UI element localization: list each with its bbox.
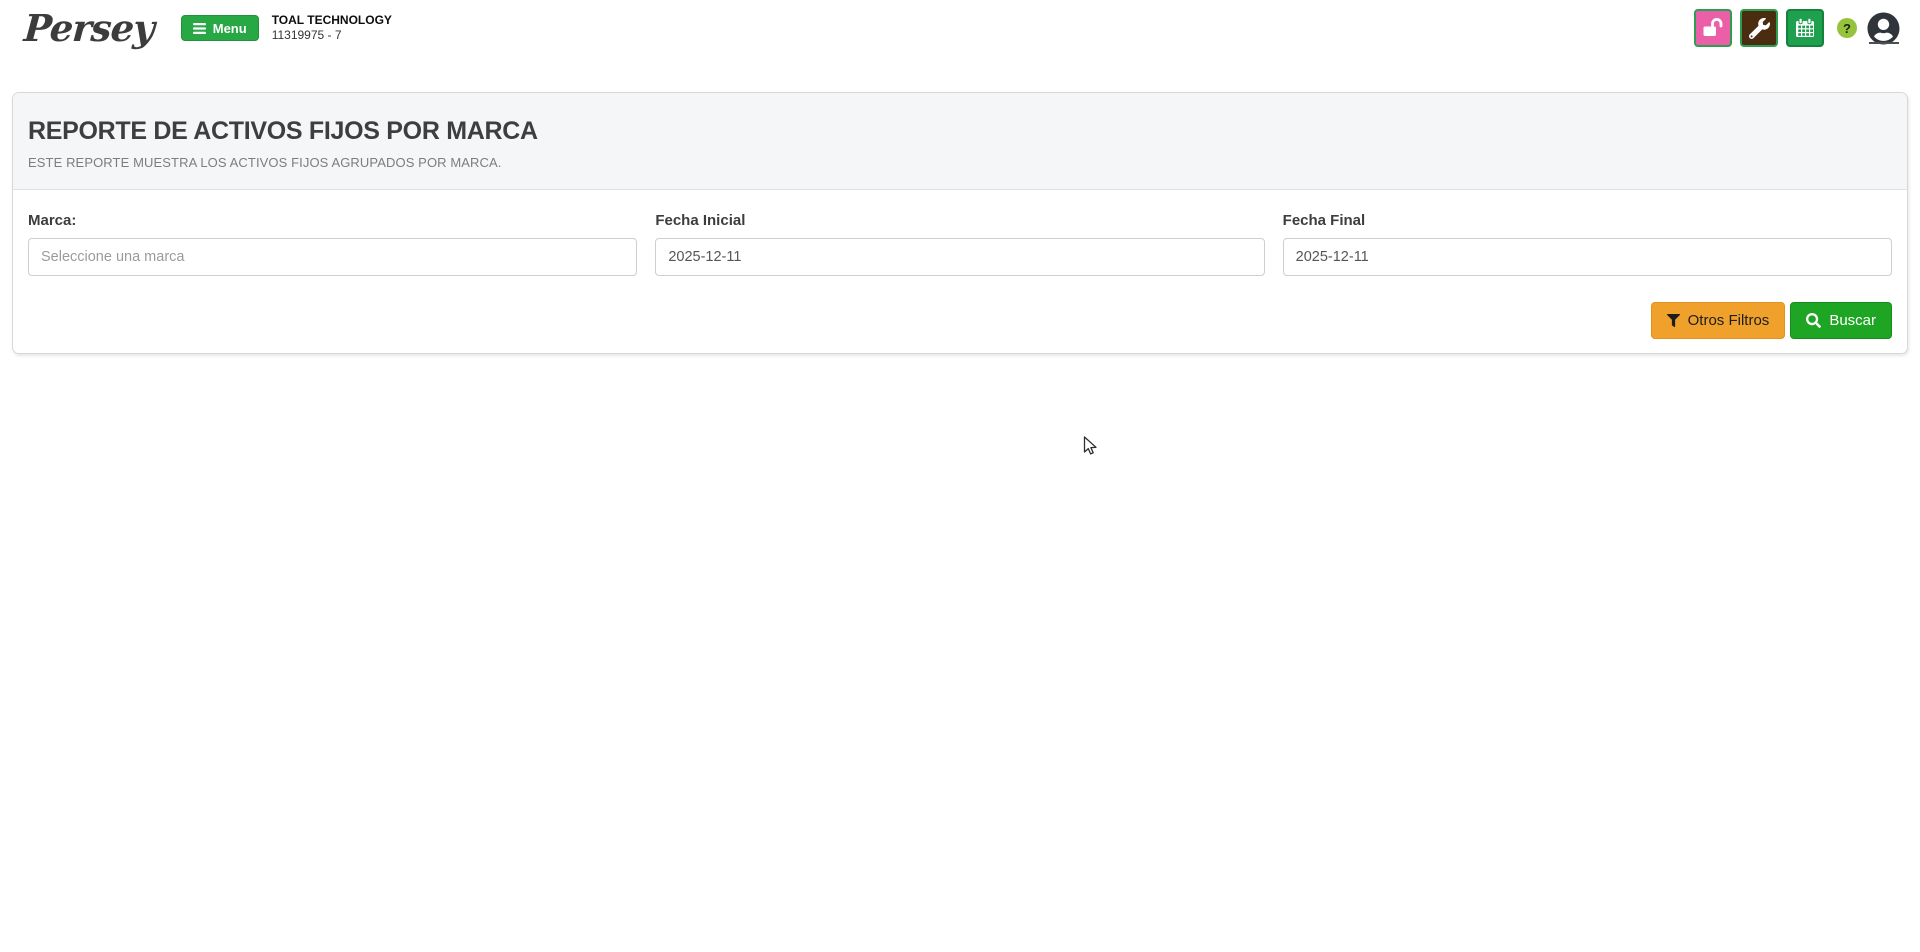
filter-fields-row: Marca: Fecha Inicial Fecha Final <box>28 212 1892 276</box>
top-bar: Persey Menu TOAL TECHNOLOGY 11319975 - 7 <box>0 0 1920 56</box>
buscar-label: Buscar <box>1829 312 1876 329</box>
report-panel: REPORTE DE ACTIVOS FIJOS POR MARCA ESTE … <box>12 92 1908 354</box>
company-info: TOAL TECHNOLOGY 11319975 - 7 <box>272 13 392 43</box>
otros-filtros-button[interactable]: Otros Filtros <box>1651 302 1786 339</box>
hamburger-icon <box>193 23 206 34</box>
page-title: REPORTE DE ACTIVOS FIJOS POR MARCA <box>28 116 1892 146</box>
report-panel-body: Marca: Fecha Inicial Fecha Final Otros F <box>13 190 1907 353</box>
help-button[interactable]: ? <box>1837 18 1857 38</box>
company-id: 11319975 - 7 <box>272 28 392 43</box>
wrench-icon <box>1749 18 1770 39</box>
fecha-inicial-field-group: Fecha Inicial <box>655 212 1264 276</box>
fecha-final-label: Fecha Final <box>1283 212 1892 229</box>
mouse-cursor <box>1083 436 1099 463</box>
search-icon <box>1806 313 1821 328</box>
fecha-final-input[interactable] <box>1283 238 1892 276</box>
marca-field-group: Marca: <box>28 212 637 276</box>
fecha-inicial-label: Fecha Inicial <box>655 212 1264 229</box>
unlock-button[interactable] <box>1694 9 1732 47</box>
calendar-button[interactable] <box>1786 9 1824 47</box>
unlock-icon <box>1701 16 1725 40</box>
question-mark-icon: ? <box>1843 21 1851 36</box>
marca-label: Marca: <box>28 212 637 229</box>
report-panel-header: REPORTE DE ACTIVOS FIJOS POR MARCA ESTE … <box>13 93 1907 190</box>
page-subtitle: ESTE REPORTE MUESTRA LOS ACTIVOS FIJOS A… <box>28 155 1892 170</box>
filter-icon <box>1667 314 1680 327</box>
buscar-button[interactable]: Buscar <box>1790 302 1892 339</box>
tools-button[interactable] <box>1740 9 1778 47</box>
calendar-icon <box>1793 16 1817 40</box>
app-logo[interactable]: Persey <box>23 10 155 47</box>
avatar-underline <box>1869 42 1899 44</box>
menu-button-label: Menu <box>213 21 247 36</box>
fecha-final-field-group: Fecha Final <box>1283 212 1892 276</box>
marca-input[interactable] <box>28 238 637 276</box>
otros-filtros-label: Otros Filtros <box>1688 312 1770 329</box>
fecha-inicial-input[interactable] <box>655 238 1264 276</box>
company-name: TOAL TECHNOLOGY <box>272 13 392 28</box>
menu-button[interactable]: Menu <box>181 15 259 41</box>
actions-row: Otros Filtros Buscar <box>28 302 1892 339</box>
user-avatar-button[interactable] <box>1867 12 1900 44</box>
user-avatar-icon <box>1867 12 1900 45</box>
